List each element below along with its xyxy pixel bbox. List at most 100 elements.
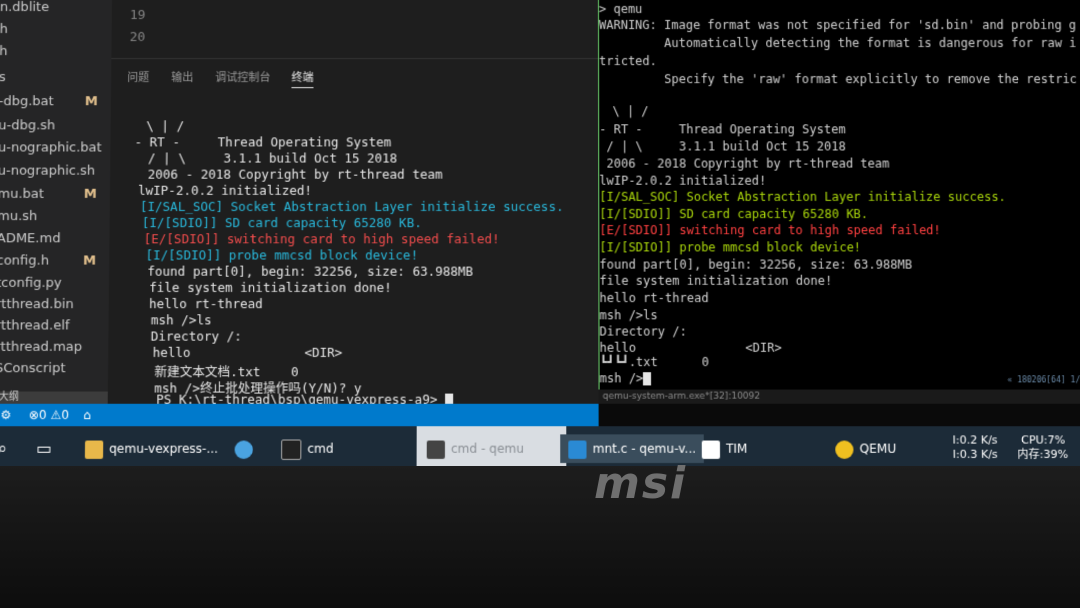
- chrome-icon: [234, 440, 253, 459]
- terminal-line: [E/[SDIO]] switching card to high speed …: [599, 223, 941, 238]
- terminal-line: WARNING: Image format was not specified …: [599, 17, 1077, 33]
- file-name: ADME.md: [0, 231, 61, 247]
- terminal-line: Directory /:: [150, 328, 242, 344]
- terminal-line: / | \ 3.1.1 build Oct 15 2018: [599, 139, 846, 154]
- file-item[interactable]: tconfig.py: [0, 274, 62, 294]
- terminal-line: \ | /: [138, 118, 185, 134]
- vscode-statusbar: ⚙ ⊗0 ⚠0 ⌂: [0, 403, 599, 427]
- file-item[interactable]: mu.bat M: [0, 185, 97, 205]
- file-item[interactable]: rtthread.elf: [0, 316, 70, 336]
- qemu-console[interactable]: > qemu WARNING: Image format was not spe…: [598, 0, 1080, 390]
- file-item[interactable]: config.h M: [0, 251, 96, 271]
- panel-tabbar: 问题 输出 调试控制台 终端: [111, 58, 599, 92]
- terminal-line: ┗┛┗┛.txt 0: [599, 354, 709, 370]
- folder-icon: [84, 440, 104, 459]
- outline-section[interactable]: 大纲: [0, 391, 112, 404]
- terminal-line: Specify the 'raw' format explicitly to r…: [599, 72, 1077, 87]
- terminal-line: > qemu: [599, 1, 643, 16]
- terminal-line: 2006 - 2018 Copyright by rt-thread team: [599, 156, 890, 171]
- vscode-terminal[interactable]: \ | / - RT - Thread Operating System / |…: [107, 90, 599, 407]
- terminal-line: [I/[SDIO]] SD card capacity 65280 KB.: [141, 215, 422, 231]
- file-name: u-nographic.sh: [0, 163, 96, 179]
- problems-indicator[interactable]: ⊗0 ⚠0: [29, 404, 70, 426]
- modified-badge: M: [82, 253, 97, 269]
- code-editor[interactable]: 19 20: [111, 0, 599, 59]
- file-item[interactable]: ADME.md: [0, 229, 61, 249]
- taskbar-item-explorer[interactable]: qemu-vexpress-...: [84, 434, 218, 463]
- file-item[interactable]: rtthread.bin: [0, 295, 74, 315]
- terminal-line: lwIP-2.0.2 initialized!: [138, 182, 313, 198]
- buffer-info: « 180206[64] 1/1: [1007, 375, 1080, 385]
- warning-count: 0: [61, 407, 70, 423]
- terminal-line: msh />ls: [150, 312, 212, 328]
- taskbar-label: cmd: [307, 441, 334, 456]
- file-name: h: [0, 44, 8, 60]
- terminal-line: hello <DIR>: [152, 344, 343, 360]
- file-name: rtthread.bin: [0, 297, 74, 313]
- file-name: SConscript: [0, 361, 66, 377]
- terminal-line: found part[0], begin: 32256, size: 63.98…: [147, 263, 474, 279]
- error-count: 0: [38, 407, 47, 423]
- terminal-line: \ | /: [605, 104, 649, 119]
- taskbar-item-chrome[interactable]: [234, 434, 259, 463]
- taskbar-item-cmd-qemu[interactable]: cmd - qemu: [416, 426, 567, 472]
- file-item[interactable]: mu.sh: [0, 207, 37, 227]
- file-item[interactable]: n.dblite: [0, 0, 49, 18]
- file-name: n.dblite: [0, 0, 50, 15]
- file-name: s: [0, 70, 6, 86]
- tab-output[interactable]: 输出: [171, 69, 193, 85]
- task-view-icon[interactable]: ▭: [36, 434, 52, 463]
- tab-debug-console[interactable]: 调试控制台: [215, 69, 270, 85]
- file-item[interactable]: SConscript: [0, 359, 66, 379]
- windows-taskbar: ⌕ ▭ qemu-vexpress-... cmd cmd - qemu mnt…: [0, 426, 1080, 472]
- search-icon[interactable]: ⌕: [0, 434, 7, 463]
- taskbar-item-cmd[interactable]: cmd: [281, 434, 334, 463]
- file-item[interactable]: h: [0, 42, 8, 62]
- cursor: [643, 372, 652, 386]
- mem-usage: 内存:39%: [1017, 447, 1069, 461]
- home-icon[interactable]: ⌂: [83, 404, 91, 426]
- cmd-icon: [426, 440, 445, 459]
- file-item[interactable]: u-nographic.sh: [0, 162, 95, 182]
- taskbar-label: QEMU: [859, 441, 897, 456]
- terminal-line: lwIP-2.0.2 initialized!: [599, 173, 767, 188]
- file-item[interactable]: rtthread.map: [0, 338, 82, 358]
- file-item[interactable]: -dbg.bat M: [0, 92, 98, 112]
- file-item[interactable]: h: [0, 20, 8, 40]
- sync-icon[interactable]: ⚙: [0, 404, 11, 426]
- terminal-line: hello rt-thread: [148, 295, 263, 312]
- system-tray: I:0.2 K/s I:0.3 K/s CPU:7% 内存:39%: [952, 426, 1080, 471]
- explorer-sidebar: n.dblite h h s -dbg.bat M u-dbg.sh u-nogr…: [0, 0, 113, 404]
- terminal-prompt: msh />: [599, 371, 652, 386]
- terminal-line: [E/[SDIO]] switching card to high speed …: [143, 231, 500, 247]
- terminal-line: Automatically detecting the format is da…: [599, 36, 1077, 51]
- terminal-line: Directory /:: [599, 324, 687, 339]
- file-name: rtthread.elf: [0, 318, 70, 334]
- file-item[interactable]: s: [0, 68, 6, 88]
- terminal-line: 2006 - 2018 Copyright by rt-thread team: [140, 166, 443, 182]
- terminal-line: found part[0], begin: 32256, size: 63.98…: [599, 257, 913, 272]
- tab-problems[interactable]: 问题: [127, 69, 149, 85]
- file-name: u-dbg.sh: [0, 118, 56, 134]
- tab-terminal[interactable]: 终端: [291, 69, 314, 89]
- file-item[interactable]: u-nographic.bat: [0, 138, 102, 158]
- warning-icon: ⚠: [50, 407, 62, 423]
- file-name: mu.bat: [0, 186, 45, 202]
- file-name: mu.sh: [0, 208, 38, 225]
- file-name: rtthread.map: [0, 339, 83, 355]
- line-number: 20: [129, 30, 146, 46]
- taskbar-item-tim[interactable]: TIM: [701, 434, 748, 463]
- taskbar-item-qemu[interactable]: QEMU: [835, 434, 896, 463]
- file-name: u-nographic.bat: [0, 140, 102, 156]
- file-item[interactable]: u-dbg.sh: [0, 116, 55, 136]
- terminal-line: / | \ 3.1.1 build Oct 15 2018: [140, 150, 398, 166]
- prompt-text: msh />: [599, 371, 644, 386]
- conemu-status: qemu-system-arm.exe*[32]:10092: [598, 389, 1080, 404]
- terminal-line: [I/SAL_SOC] Socket Abstraction Layer ini…: [599, 189, 1006, 204]
- vscode-icon: [568, 440, 587, 459]
- error-icon: ⊗: [28, 407, 40, 423]
- file-name: h: [0, 21, 8, 38]
- laptop-bezel: [0, 466, 1080, 608]
- terminal-line: - RT - Thread Operating System: [134, 134, 392, 150]
- terminal-line: tricted.: [599, 54, 657, 69]
